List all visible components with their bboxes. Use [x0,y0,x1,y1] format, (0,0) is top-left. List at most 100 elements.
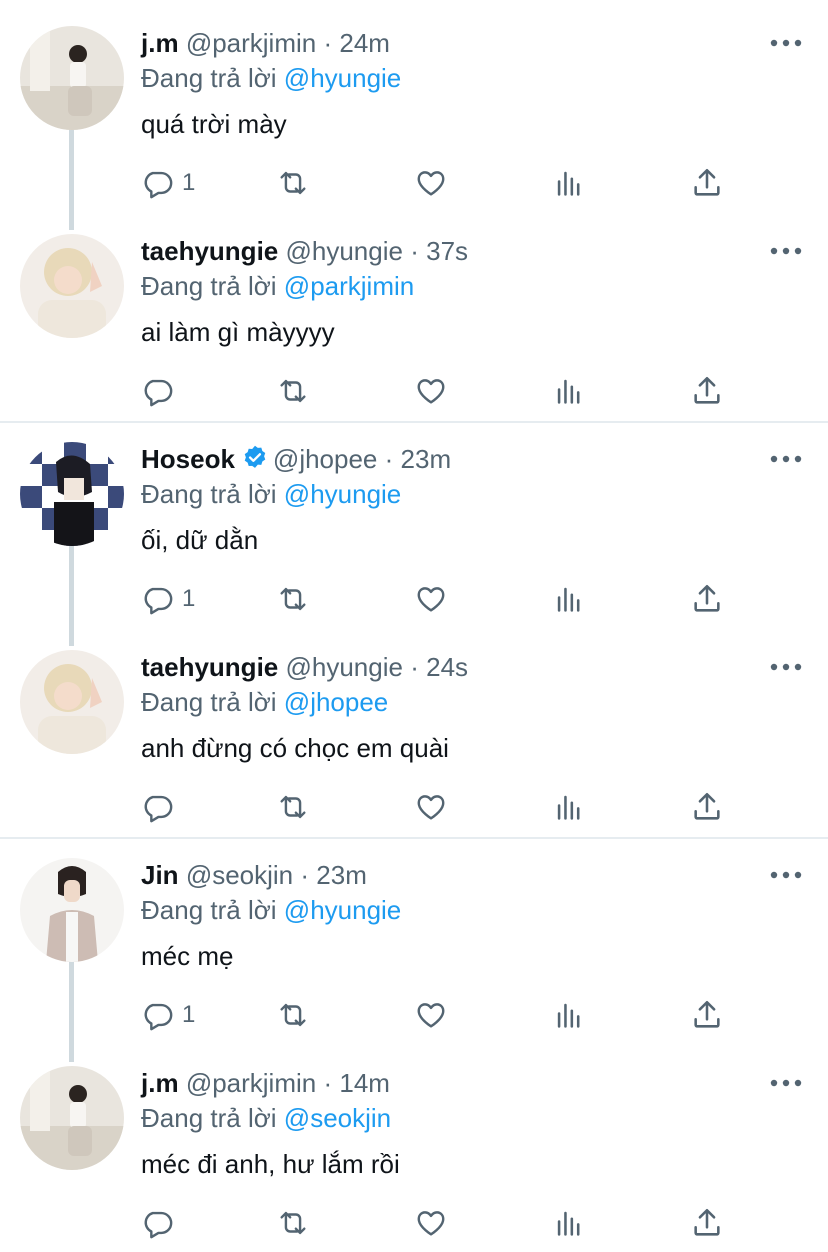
more-icon[interactable] [768,241,804,261]
replying-to: Đang trả lời @hyungie [141,895,401,925]
like-button[interactable] [414,579,448,619]
more-icon[interactable] [768,1073,804,1093]
timestamp[interactable]: 24m [339,28,390,58]
replying-to-label: Đang trả lời [141,479,277,509]
like-button[interactable] [414,787,448,827]
thread-line [69,960,74,1062]
verified-badge-icon [244,445,266,468]
display-name[interactable]: Jin [141,860,179,890]
analytics-button[interactable] [552,787,586,827]
separator-dot: · [384,444,394,474]
tweet-header: taehyungie @hyungie · 24s [141,652,468,682]
avatar[interactable] [20,26,124,130]
reply-icon [144,1211,173,1239]
reply-button[interactable] [140,371,182,411]
timestamp[interactable]: 23m [316,860,367,890]
tweet-text: anh đừng có chọc em quài [141,733,449,763]
analytics-button[interactable] [552,579,586,619]
heart-icon [417,795,445,820]
retweet-button[interactable] [276,163,310,203]
retweet-button[interactable] [276,995,310,1035]
user-handle[interactable]: @parkjimin [186,1068,316,1098]
user-handle[interactable]: @jhopee [273,444,377,474]
mention-link[interactable]: @parkjimin [284,271,414,301]
reply-icon [144,379,173,407]
mention-link[interactable]: @hyungie [284,895,401,925]
separator-dot: · [300,860,310,890]
retweet-button[interactable] [276,371,310,411]
share-button[interactable] [690,163,724,203]
heart-icon [417,379,445,404]
more-icon[interactable] [768,865,804,885]
avatar[interactable] [20,442,124,546]
thread-line [69,128,74,230]
thread-line [69,544,74,646]
user-handle[interactable]: @hyungie [285,652,402,682]
avatar[interactable] [20,1066,124,1170]
share-button[interactable] [690,995,724,1035]
retweet-button[interactable] [276,1203,310,1243]
reply-icon [144,171,173,199]
more-icon[interactable] [768,33,804,53]
display-name[interactable]: Hoseok [141,444,235,474]
timestamp[interactable]: 24s [426,652,468,682]
retweet-button[interactable] [276,787,310,827]
analytics-button[interactable] [552,995,586,1035]
share-button[interactable] [690,579,724,619]
more-icon[interactable] [768,657,804,677]
tweet-header: Hoseok @jhopee · 23m [141,444,451,474]
tweet-header: j.m @parkjimin · 24m [141,28,390,58]
display-name[interactable]: j.m [141,28,179,58]
share-icon [694,1208,720,1236]
display-name[interactable]: j.m [141,1068,179,1098]
reply-button[interactable] [140,787,182,827]
replying-to: Đang trả lời @hyungie [141,479,401,509]
reply-button[interactable] [140,1203,182,1243]
analytics-button[interactable] [552,163,586,203]
heart-icon [417,587,445,612]
share-button[interactable] [690,371,724,411]
replying-to-label: Đang trả lời [141,63,277,93]
share-icon [694,376,720,404]
heart-icon [417,1003,445,1028]
display-name[interactable]: taehyungie [141,652,278,682]
analytics-button[interactable] [552,1203,586,1243]
thread-divider [0,421,828,423]
more-icon[interactable] [768,449,804,469]
replying-to: Đang trả lời @hyungie [141,63,401,93]
share-button[interactable] [690,1203,724,1243]
mention-link[interactable]: @hyungie [284,479,401,509]
avatar[interactable] [20,234,124,338]
display-name[interactable]: taehyungie [141,236,278,266]
like-button[interactable] [414,995,448,1035]
avatar[interactable] [20,650,124,754]
like-button[interactable] [414,371,448,411]
action-bar [140,787,740,827]
avatar[interactable] [20,858,124,962]
share-button[interactable] [690,787,724,827]
replying-to: Đang trả lời @parkjimin [141,271,414,301]
user-handle[interactable]: @hyungie [285,236,402,266]
heart-icon [417,1211,445,1236]
timestamp[interactable]: 23m [401,444,452,474]
tweet-text: méc đi anh, hư lắm rồi [141,1149,400,1179]
reply-button[interactable]: 1 [140,579,195,619]
tweet-header: j.m @parkjimin · 14m [141,1068,390,1098]
retweet-button[interactable] [276,579,310,619]
timestamp[interactable]: 37s [426,236,468,266]
like-button[interactable] [414,163,448,203]
share-icon [694,168,720,196]
analytics-icon [557,587,580,612]
user-handle[interactable]: @seokjin [186,860,293,890]
analytics-button[interactable] [552,371,586,411]
timestamp[interactable]: 14m [339,1068,390,1098]
reply-button[interactable]: 1 [140,995,195,1035]
reply-button[interactable]: 1 [140,163,195,203]
user-handle[interactable]: @parkjimin [186,28,316,58]
mention-link[interactable]: @seokjin [284,1103,391,1133]
mention-link[interactable]: @jhopee [284,687,388,717]
like-button[interactable] [414,1203,448,1243]
share-icon [694,792,720,820]
share-icon [694,584,720,612]
mention-link[interactable]: @hyungie [284,63,401,93]
